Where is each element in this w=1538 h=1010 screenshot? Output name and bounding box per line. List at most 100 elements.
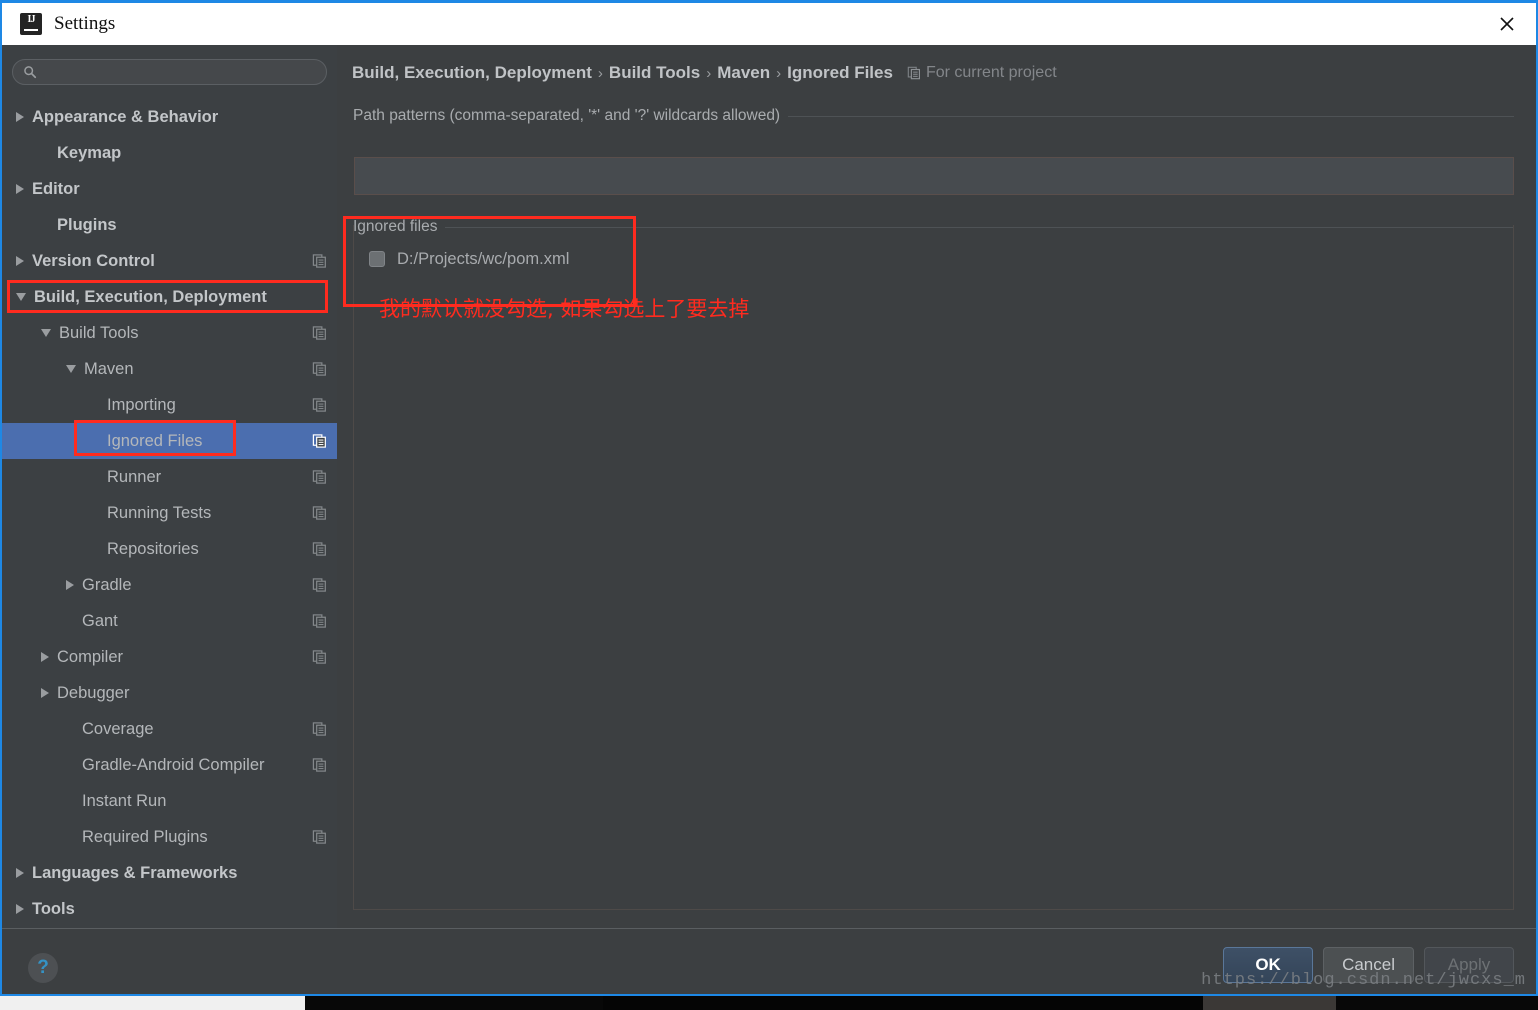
chevron-right-icon[interactable] [16,868,24,878]
annotation-text: 我的默认就没勾选, 如果勾选上了要去掉 [379,297,750,321]
copy-to-project-icon [312,650,326,664]
copy-to-project-icon [312,434,326,448]
breadcrumb-crumb-0: Build, Execution, Deployment [352,63,592,82]
copy-to-project-icon [312,722,326,736]
ignored-files-panel: D:/Projects/wc/pom.xml 我的默认就没勾选, 如果勾选上了要… [353,225,1514,910]
path-patterns-legend-row: Path patterns (comma-separated, '*' and … [353,107,1514,125]
sidebar-item-label: Build Tools [59,323,139,342]
sidebar-item-label: Editor [32,179,80,198]
sidebar-item-compiler[interactable]: Compiler [2,639,337,675]
sidebar-item-maven[interactable]: Maven [2,351,337,387]
sidebar-item-label: Importing [107,395,176,414]
taskbar-segment-gray [1203,996,1336,1010]
sidebar-item-repositories[interactable]: Repositories [2,531,337,567]
chevron-right-icon[interactable] [41,652,49,662]
settings-tree: Appearance & Behavior Keymap Editor Plugins… [2,99,337,928]
sidebar-item-version-control[interactable]: Version Control [2,243,337,279]
dialog-footer: ? OK Cancel Apply https://blog.csdn.net/… [2,929,1536,994]
chevron-down-icon[interactable] [16,293,26,301]
sidebar-item-languages-frameworks[interactable]: Languages & Frameworks [2,855,337,891]
help-button[interactable]: ? [28,953,58,983]
chevron-right-icon[interactable] [16,184,24,194]
sidebar-item-appearance-behavior[interactable]: Appearance & Behavior [2,99,337,135]
breadcrumb-scope: For current project [907,64,1057,82]
search-box[interactable] [12,59,327,85]
taskbar-segment-dark-3 [1336,996,1538,1010]
settings-content-pane: Build, Execution, Deployment › Build Tools… [337,45,1536,928]
taskbar-segment-light [0,996,305,1010]
sidebar-item-gant[interactable]: Gant [2,603,337,639]
copy-to-project-icon [312,830,326,844]
sidebar-item-build-tools[interactable]: Build Tools [2,315,337,351]
sidebar-item-keymap[interactable]: Keymap [2,135,337,171]
chevron-right-icon[interactable] [16,256,24,266]
sidebar-item-gradle-android-compiler[interactable]: Gradle-Android Compiler [2,747,337,783]
chevron-down-icon[interactable] [66,365,76,373]
sidebar-item-label: Coverage [82,719,154,738]
sidebar-item-importing[interactable]: Importing [2,387,337,423]
sidebar-item-label: Version Control [32,251,155,270]
breadcrumb-separator: › [706,64,712,82]
sidebar-item-running-tests[interactable]: Running Tests [2,495,337,531]
sidebar-item-label: Compiler [57,647,124,666]
chevron-right-icon[interactable] [66,580,74,590]
sidebar-item-label: Build, Execution, Deployment [34,287,267,306]
copy-to-project-icon [312,542,326,556]
chevron-right-icon[interactable] [41,688,49,698]
sidebar-item-plugins[interactable]: Plugins [2,207,337,243]
search-input[interactable] [37,60,326,84]
screen-root: Settings [0,0,1538,1010]
sidebar-item-label: Plugins [57,215,117,234]
copy-to-project-icon [312,326,326,340]
sidebar-item-label: Maven [84,359,134,378]
sidebar-item-build-execution-deployment[interactable]: Build, Execution, Deployment [2,279,337,315]
sidebar-item-label: Appearance & Behavior [32,107,219,126]
path-patterns-legend: Path patterns (comma-separated, '*' and … [353,107,781,124]
breadcrumb-crumb-1: Build Tools [608,63,701,82]
sidebar-item-label: Tools [32,899,75,918]
sidebar-item-label: Required Plugins [82,827,208,846]
taskbar-strip [0,996,1538,1010]
intellij-idea-logo-icon [20,13,42,35]
sidebar-item-coverage[interactable]: Coverage [2,711,337,747]
close-button[interactable] [1492,11,1522,37]
copy-to-project-icon [312,254,326,268]
breadcrumb: Build, Execution, Deployment › Build Tools… [352,63,1057,83]
sidebar-item-required-plugins[interactable]: Required Plugins [2,819,337,855]
ignored-file-row[interactable]: D:/Projects/wc/pom.xml [355,243,569,275]
taskbar-segment-dark-2 [603,996,1203,1010]
project-scope-icon [907,66,920,80]
search-icon [24,66,37,79]
sidebar-item-label: Instant Run [82,791,167,810]
chevron-right-icon[interactable] [16,112,24,122]
sidebar-item-runner[interactable]: Runner [2,459,337,495]
sidebar-item-label: Running Tests [107,503,212,522]
sidebar-item-ignored-files[interactable]: Ignored Files [2,423,337,459]
copy-to-project-icon [312,614,326,628]
sidebar-item-label: Languages & Frameworks [32,863,238,882]
sidebar-item-tools[interactable]: Tools [2,891,337,927]
sidebar-item-debugger[interactable]: Debugger [2,675,337,711]
sidebar-item-label: Runner [107,467,162,486]
sidebar-item-label: Keymap [57,143,122,162]
copy-to-project-icon [312,506,326,520]
window-title: Settings [54,13,116,34]
sidebar-item-gradle[interactable]: Gradle [2,567,337,603]
copy-to-project-icon [312,578,326,592]
ignored-file-checkbox[interactable] [369,251,385,267]
settings-dialog-window: Settings [0,0,1538,996]
path-patterns-input[interactable] [354,157,1514,195]
sidebar-item-label: Debugger [57,683,130,702]
sidebar-item-label: Gradle [82,575,132,594]
sidebar-item-instant-run[interactable]: Instant Run [2,783,337,819]
chevron-right-icon[interactable] [16,904,24,914]
close-icon [1500,17,1514,31]
breadcrumb-scope-label: For current project [925,64,1057,81]
settings-sidebar: Appearance & Behavior Keymap Editor Plugins… [2,45,337,928]
chevron-down-icon[interactable] [41,329,51,337]
breadcrumb-crumb-2: Maven [717,63,771,82]
sidebar-item-editor[interactable]: Editor [2,171,337,207]
sidebar-item-label: Gradle-Android Compiler [82,755,265,774]
watermark-text: https://blog.csdn.net/jwcxs_m [1201,971,1526,990]
legend-rule [788,115,1514,117]
